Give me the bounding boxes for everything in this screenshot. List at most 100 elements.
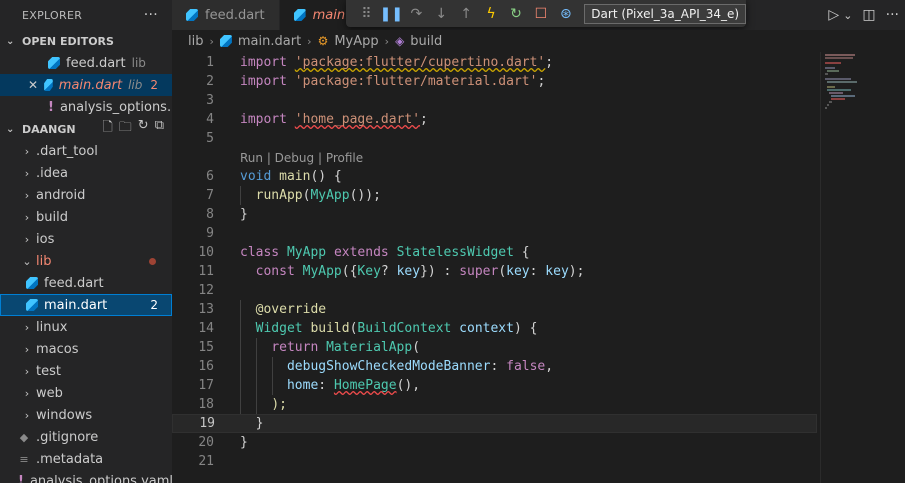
open-editor-feed[interactable]: feed.dart lib	[0, 52, 172, 74]
devtools-icon[interactable]: ⊛	[553, 6, 578, 22]
tree-folder-idea[interactable]: › .idea	[0, 162, 172, 184]
tree-folder-linux[interactable]: › linux	[0, 316, 172, 338]
tree-item-label: linux	[36, 319, 68, 335]
tree-file-metadata[interactable]: ≡ .metadata	[0, 448, 172, 470]
more-actions-icon[interactable]: ···	[886, 7, 899, 23]
minimap-line	[825, 73, 828, 75]
breadcrumb-method[interactable]: build	[410, 34, 442, 49]
tree-folder-lib[interactable]: ⌄ lib	[0, 250, 172, 272]
code-line[interactable]: 4 import 'home_page.dart';	[172, 110, 817, 129]
drag-handle-icon[interactable]: ⠿	[354, 6, 379, 22]
code-line[interactable]: 3	[172, 91, 817, 110]
chevron-down-icon: ⌄	[6, 35, 15, 47]
tree-folder-web[interactable]: › web	[0, 382, 172, 404]
code-line[interactable]: 16 debugShowCheckedModeBanner: false,	[172, 357, 817, 376]
close-icon[interactable]: ✕	[28, 78, 38, 92]
git-file-icon: ◆	[19, 430, 29, 444]
tree-folder-dart-tool[interactable]: › .dart_tool	[0, 140, 172, 162]
tree-file-main[interactable]: main.dart 2	[0, 294, 172, 316]
code-line[interactable]: 21	[172, 452, 817, 471]
tree-item-label: android	[36, 187, 86, 203]
minimap-line	[827, 89, 851, 91]
project-section[interactable]: ⌄ DAANGN 🗋 🗀 ↻ ⧉	[0, 118, 172, 140]
split-editor-icon[interactable]: ◫	[862, 7, 875, 23]
minimap[interactable]	[825, 52, 905, 483]
hot-reload-icon[interactable]: ϟ	[479, 6, 504, 22]
stop-icon[interactable]: ☐	[528, 6, 553, 22]
breadcrumb-class[interactable]: MyApp	[334, 34, 378, 49]
tree-folder-build[interactable]: › build	[0, 206, 172, 228]
code-editor[interactable]: 1 import 'package:flutter/cupertino.dart…	[172, 52, 905, 483]
breadcrumb-folder[interactable]: lib	[188, 34, 203, 49]
config-file-icon: !	[18, 473, 24, 483]
code-text: debugShowCheckedModeBanner: false,	[286, 359, 554, 374]
method-symbol-icon: ◈	[395, 34, 405, 48]
run-icon[interactable]: ▷	[828, 7, 839, 23]
code-line[interactable]: 6 void main() {	[172, 167, 817, 186]
tree-item-label: analysis_options.yaml	[29, 473, 172, 483]
codelens-run-debug-profile[interactable]: Run | Debug | Profile	[240, 148, 363, 167]
open-editor-name: feed.dart	[66, 55, 126, 71]
minimap-line	[827, 86, 835, 88]
explorer-title: EXPLORER	[22, 8, 83, 22]
step-into-icon[interactable]: ↓	[429, 6, 454, 22]
minimap-line	[831, 95, 855, 97]
open-editors-section[interactable]: ⌄ OPEN EDITORS	[0, 30, 172, 52]
device-select-value: Dart (Pixel_3a_API_34_e)	[591, 6, 740, 21]
tree-file-analysis-options[interactable]: ! analysis_options.yaml	[0, 470, 172, 483]
code-line-current[interactable]: 19 }	[172, 414, 817, 433]
breadcrumb-file[interactable]: main.dart	[238, 34, 301, 49]
step-out-icon[interactable]: ↑	[454, 6, 479, 22]
code-text: return MaterialApp(	[271, 340, 421, 355]
code-line[interactable]: 8 }	[172, 205, 817, 224]
tree-folder-test[interactable]: › test	[0, 360, 172, 382]
code-line[interactable]: 15 return MaterialApp(	[172, 338, 817, 357]
tree-folder-windows[interactable]: › windows	[0, 404, 172, 426]
code-line[interactable]: 1 import 'package:flutter/cupertino.dart…	[172, 53, 817, 72]
tree-folder-macos[interactable]: › macos	[0, 338, 172, 360]
code-line[interactable]: 9	[172, 224, 817, 243]
more-actions-icon[interactable]: ···	[144, 7, 158, 23]
code-line[interactable]: 12	[172, 281, 817, 300]
code-line[interactable]: 5	[172, 129, 817, 148]
code-line[interactable]: 20 }	[172, 433, 817, 452]
tree-file-gitignore[interactable]: ◆ .gitignore	[0, 426, 172, 448]
open-editor-desc: lib	[131, 56, 146, 70]
tree-item-label: .metadata	[36, 451, 104, 467]
code-line[interactable]: 7 runApp(MyApp());	[172, 186, 817, 205]
tree-file-feed[interactable]: feed.dart	[0, 272, 172, 294]
new-folder-icon[interactable]: 🗀	[119, 118, 132, 140]
chevron-right-icon: ›	[24, 342, 30, 356]
device-select[interactable]: Dart (Pixel_3a_API_34_e) ⌄	[584, 3, 746, 24]
pause-icon[interactable]: ❚❚	[379, 6, 404, 22]
code-text: class MyApp extends StatelessWidget {	[240, 245, 530, 260]
code-line[interactable]: 14 Widget build(BuildContext context) {	[172, 319, 817, 338]
step-over-icon[interactable]: ↷	[404, 6, 429, 22]
tree-folder-ios[interactable]: › ios	[0, 228, 172, 250]
debug-toolbar: ⠿ ❚❚ ↷ ↓ ↑ ϟ ↻ ☐ ⊛ Dart (Pixel_3a_API_34…	[346, 0, 746, 27]
collapse-all-icon[interactable]: ⧉	[155, 118, 164, 140]
tree-folder-android[interactable]: › android	[0, 184, 172, 206]
line-number: 12	[198, 283, 214, 298]
code-line[interactable]: 10 class MyApp extends StatelessWidget {	[172, 243, 817, 262]
open-editor-main[interactable]: ✕ main.dart lib 2	[0, 74, 172, 96]
minimap-line	[825, 54, 855, 56]
code-line[interactable]: 17 home: HomePage(),	[172, 376, 817, 395]
open-editor-analysis[interactable]: ! analysis_options....	[0, 96, 172, 118]
line-number: 15	[198, 340, 214, 355]
dart-file-icon	[26, 277, 38, 289]
code-line[interactable]: 2 import 'package:flutter/material.dart'…	[172, 72, 817, 91]
code-line[interactable]: 11 const MyApp({Key? key}) : super(key: …	[172, 262, 817, 281]
tab-feed-dart[interactable]: feed.dart	[172, 0, 280, 30]
line-number: 14	[198, 321, 214, 336]
refresh-icon[interactable]: ↻	[138, 118, 149, 140]
restart-icon[interactable]: ↻	[504, 6, 529, 22]
line-number: 18	[198, 397, 214, 412]
new-file-icon[interactable]: 🗋	[102, 118, 112, 140]
code-line[interactable]: 13 @override	[172, 300, 817, 319]
dart-file-icon	[293, 9, 306, 21]
minimap-line	[825, 67, 835, 69]
chevron-down-icon[interactable]: ⌄	[843, 9, 852, 22]
chevron-down-icon: ⌄	[6, 123, 15, 135]
code-line[interactable]: 18 );	[172, 395, 817, 414]
